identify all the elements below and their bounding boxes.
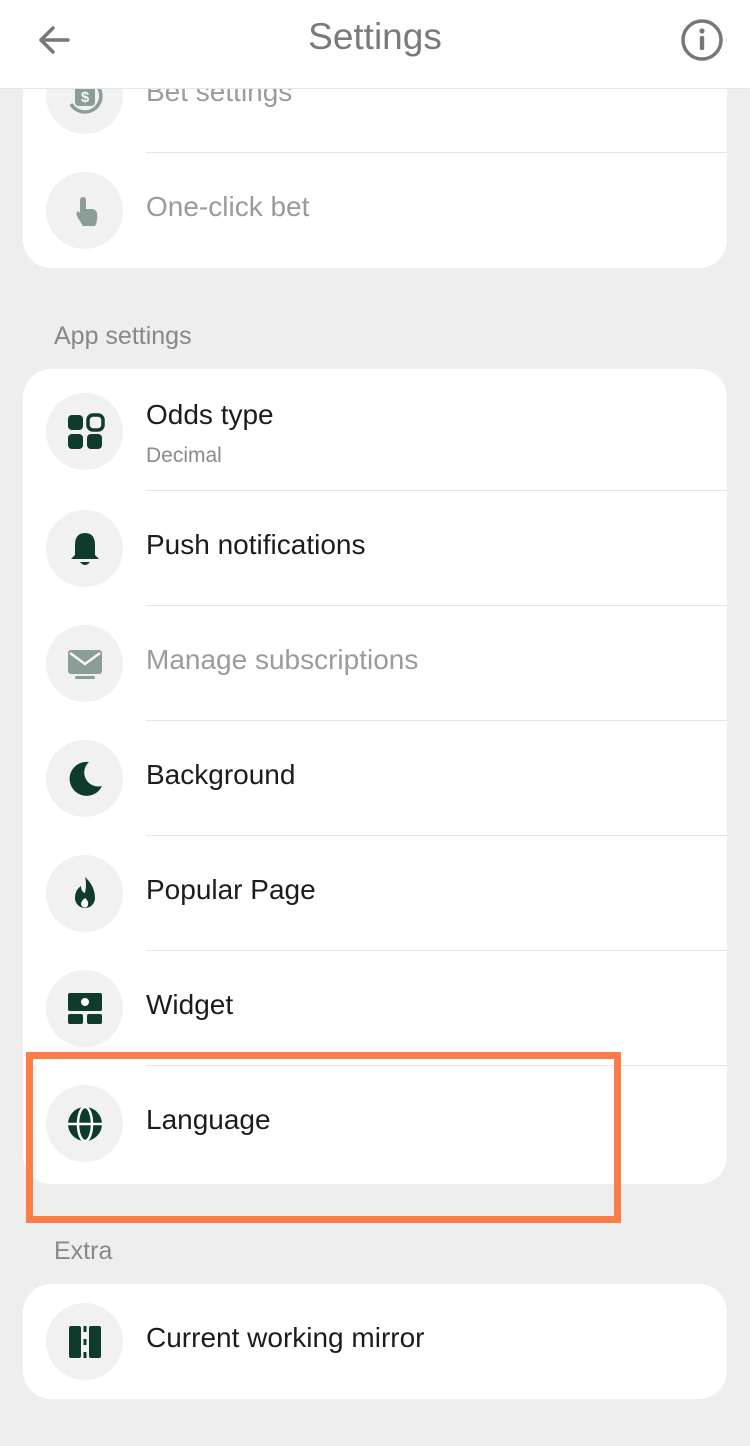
extra-card: Current working mirror — [23, 1284, 727, 1399]
row-label: Manage subscriptions — [146, 644, 419, 675]
row-widget[interactable]: Widget — [23, 951, 727, 1066]
moon-icon — [46, 740, 123, 817]
top-bar: Settings — [0, 0, 750, 89]
row-language[interactable]: Language — [23, 1066, 727, 1181]
mirror-icon — [46, 1303, 123, 1380]
row-push-notifications[interactable]: Push notifications — [23, 491, 727, 606]
section-title-extra: Extra — [54, 1237, 113, 1265]
fire-icon — [46, 855, 123, 932]
info-button[interactable] — [678, 16, 726, 64]
row-label: Widget — [146, 989, 234, 1020]
globe-icon — [46, 1085, 123, 1162]
row-popular-page[interactable]: Popular Page — [23, 836, 727, 951]
row-one-click-bet[interactable]: One-click bet — [23, 153, 727, 268]
row-label: Background — [146, 759, 296, 790]
svg-text:$: $ — [80, 89, 89, 106]
row-label: Push notifications — [146, 529, 366, 560]
row-label: One-click bet — [146, 191, 310, 222]
row-background[interactable]: Background — [23, 721, 727, 836]
tap-hand-icon — [46, 172, 123, 249]
app-settings-card: Odds type Decimal Push notifications Man… — [23, 369, 727, 1184]
info-icon — [681, 19, 723, 61]
bell-icon — [46, 510, 123, 587]
row-label: Popular Page — [146, 874, 316, 905]
section-title-app-settings: App settings — [54, 322, 192, 350]
grid-icon — [46, 393, 123, 470]
mail-icon — [46, 625, 123, 702]
row-label: Odds type — [146, 399, 274, 430]
row-sublabel: Decimal — [146, 444, 222, 467]
page-title: Settings — [308, 16, 442, 57]
row-manage-subscriptions[interactable]: Manage subscriptions — [23, 606, 727, 721]
widget-icon — [46, 970, 123, 1047]
row-label: Language — [146, 1104, 271, 1135]
row-odds-type[interactable]: Odds type Decimal — [23, 369, 727, 491]
row-label: Current working mirror — [146, 1322, 425, 1353]
row-current-working-mirror[interactable]: Current working mirror — [23, 1284, 727, 1399]
